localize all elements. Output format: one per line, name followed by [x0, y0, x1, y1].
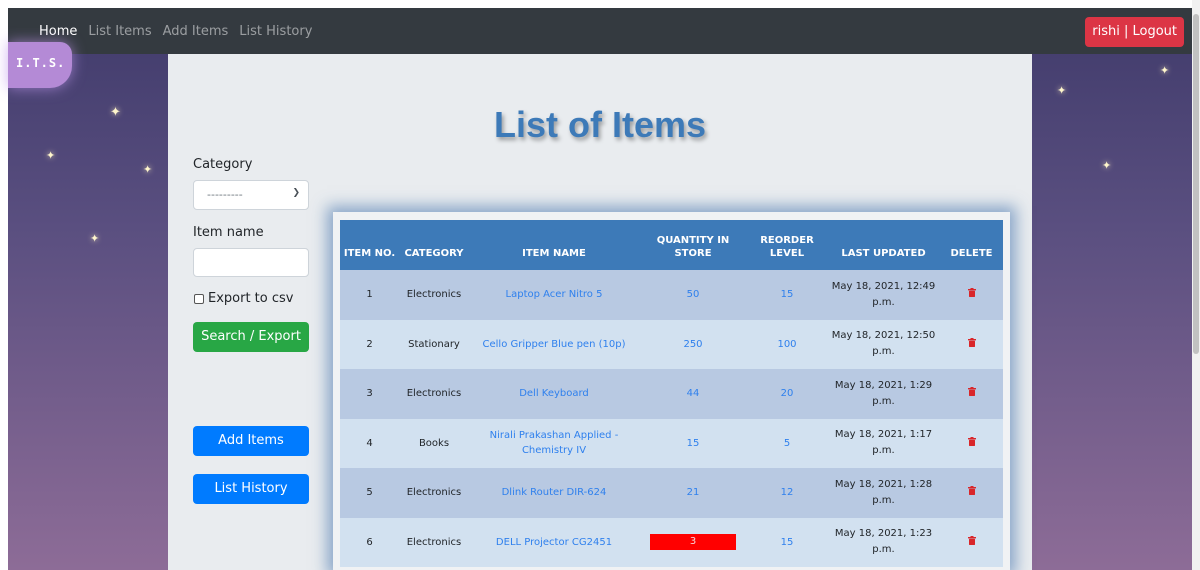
reorder-level-link[interactable]: 5 — [747, 419, 827, 469]
cell-category: Electronics — [406, 536, 462, 548]
top-navbar: Home List Items Add Items List History r… — [8, 8, 1192, 54]
header-category: CATEGORY — [404, 248, 464, 259]
window-left-edge — [0, 0, 8, 570]
cell-delete — [940, 468, 1003, 518]
export-csv-checkbox[interactable] — [194, 294, 204, 304]
item-name-link[interactable]: Dlink Router DIR-624 — [469, 468, 639, 518]
quantity-link[interactable]: 50 — [639, 270, 747, 320]
reorder-level-link[interactable]: 20 — [747, 369, 827, 419]
list-history-button[interactable]: List History — [193, 474, 309, 504]
main-container: List of Items Category --------- ❯ Item … — [168, 54, 1032, 570]
trash-icon[interactable] — [967, 436, 976, 446]
cell-last-updated: May 18, 2021, 1:17 p.m. — [834, 429, 933, 457]
reorder-level-link[interactable]: 15 — [747, 518, 827, 568]
item-name-link[interactable]: DELL Projector CG2451 — [469, 518, 639, 568]
table-body: 1 Electronics Laptop Acer Nitro 5 50 15 May 1… — [340, 270, 1003, 567]
trash-icon[interactable] — [967, 486, 976, 496]
cell-last-updated: May 18, 2021, 1:28 p.m. — [834, 478, 933, 506]
nav-list-items[interactable]: List Items — [88, 24, 151, 39]
cell-category: Books — [418, 437, 450, 449]
trash-icon[interactable] — [967, 387, 976, 397]
low-stock-quantity[interactable]: 3 — [650, 534, 736, 551]
item-name-input[interactable] — [193, 248, 309, 277]
table-row: 1 Electronics Laptop Acer Nitro 5 50 15 May 1… — [340, 270, 1003, 320]
cell-delete — [940, 518, 1003, 568]
star-icon: ✦ — [110, 105, 121, 120]
cell-delete — [940, 270, 1003, 320]
chevron-down-icon: ❯ — [292, 188, 300, 198]
category-label: Category — [193, 157, 253, 172]
cell-category: Stationary — [408, 338, 460, 350]
nav-home[interactable]: Home — [39, 24, 77, 39]
page-scrollbar[interactable] — [1192, 0, 1200, 570]
header-last-updated: LAST UPDATED — [841, 248, 926, 259]
star-icon: ✦ — [1160, 64, 1170, 77]
trash-icon[interactable] — [967, 288, 976, 298]
header-item-no: ITEM NO. — [343, 248, 396, 259]
cell-category: Electronics — [406, 289, 462, 301]
cell-item-no: 3 — [366, 388, 373, 400]
item-name-link[interactable]: Nirali Prakashan Applied - Chemistry IV — [469, 419, 639, 469]
quantity-link[interactable]: 250 — [639, 320, 747, 370]
item-name-label: Item name — [193, 225, 264, 240]
cell-item-no: 4 — [366, 437, 373, 449]
star-icon: ✦ — [1057, 84, 1067, 97]
logout-button[interactable]: rishi | Logout — [1085, 17, 1184, 47]
category-select[interactable]: --------- ❯ — [193, 180, 309, 210]
quantity-link[interactable]: 21 — [639, 468, 747, 518]
reorder-level-link[interactable]: 100 — [747, 320, 827, 370]
cell-item-no: 5 — [366, 487, 373, 499]
nav-list-history[interactable]: List History — [239, 24, 312, 39]
cell-last-updated: May 18, 2021, 12:49 p.m. — [831, 280, 936, 308]
cell-last-updated: May 18, 2021, 1:23 p.m. — [834, 528, 933, 556]
cell-item-no: 2 — [366, 338, 373, 350]
trash-icon[interactable] — [967, 535, 976, 545]
scrollbar-thumb[interactable] — [1193, 14, 1199, 354]
quantity-link[interactable]: 15 — [639, 419, 747, 469]
reorder-level-link[interactable]: 15 — [747, 270, 827, 320]
add-items-button[interactable]: Add Items — [193, 426, 309, 456]
nav-add-items[interactable]: Add Items — [163, 24, 229, 39]
star-icon: ✦ — [143, 163, 153, 176]
cell-last-updated: May 18, 2021, 1:29 p.m. — [834, 379, 933, 407]
item-name-link[interactable]: Dell Keyboard — [469, 369, 639, 419]
star-icon: ✦ — [90, 232, 100, 245]
cell-delete — [940, 320, 1003, 370]
search-export-button[interactable]: Search / Export — [193, 322, 309, 352]
header-item-name: ITEM NAME — [522, 248, 586, 259]
category-selected-value: --------- — [207, 188, 243, 201]
trash-icon[interactable] — [967, 337, 976, 347]
cell-category: Electronics — [406, 487, 462, 499]
table-row: 4 Books Nirali Prakashan Applied - Chemist… — [340, 418, 1003, 469]
items-table: ITEM NO. CATEGORY ITEM NAME QUANTITY IN … — [340, 220, 1003, 567]
item-name-link[interactable]: Cello Gripper Blue pen (10p) — [469, 320, 639, 370]
table-row: 5 Electronics Dlink Router DIR-624 21 12 May … — [340, 468, 1003, 518]
logo: I.T.S. — [8, 42, 72, 88]
cell-item-no: 1 — [366, 289, 373, 301]
header-quantity: QUANTITY IN STORE — [656, 235, 730, 259]
table-row: 2 Stationary Cello Gripper Blue pen (10p) 2… — [340, 319, 1003, 370]
star-icon: ✦ — [1102, 159, 1112, 172]
items-table-card: ITEM NO. CATEGORY ITEM NAME QUANTITY IN … — [333, 212, 1010, 570]
cell-quantity: 3 — [639, 518, 747, 568]
cell-last-updated: May 18, 2021, 12:50 p.m. — [831, 330, 936, 358]
nav-links: Home List Items Add Items List History — [39, 24, 312, 39]
header-delete: DELETE — [950, 248, 993, 259]
star-icon: ✦ — [46, 149, 56, 162]
cell-delete — [940, 369, 1003, 419]
export-csv-label: Export to csv — [208, 291, 294, 306]
cell-delete — [940, 419, 1003, 469]
table-row: 6 Electronics DELL Projector CG2451 3 15 May … — [340, 517, 1003, 568]
cell-category: Electronics — [406, 388, 462, 400]
header-reorder-level: REORDER LEVEL — [760, 235, 814, 259]
table-header-row: ITEM NO. CATEGORY ITEM NAME QUANTITY IN … — [340, 220, 1003, 270]
cell-item-no: 6 — [366, 536, 373, 548]
reorder-level-link[interactable]: 12 — [747, 468, 827, 518]
item-name-link[interactable]: Laptop Acer Nitro 5 — [469, 270, 639, 320]
quantity-link[interactable]: 44 — [639, 369, 747, 419]
page-title: List of Items — [493, 104, 707, 145]
table-row: 3 Electronics Dell Keyboard 44 20 May 18, 202… — [340, 369, 1003, 419]
window-top-edge — [0, 0, 1200, 8]
